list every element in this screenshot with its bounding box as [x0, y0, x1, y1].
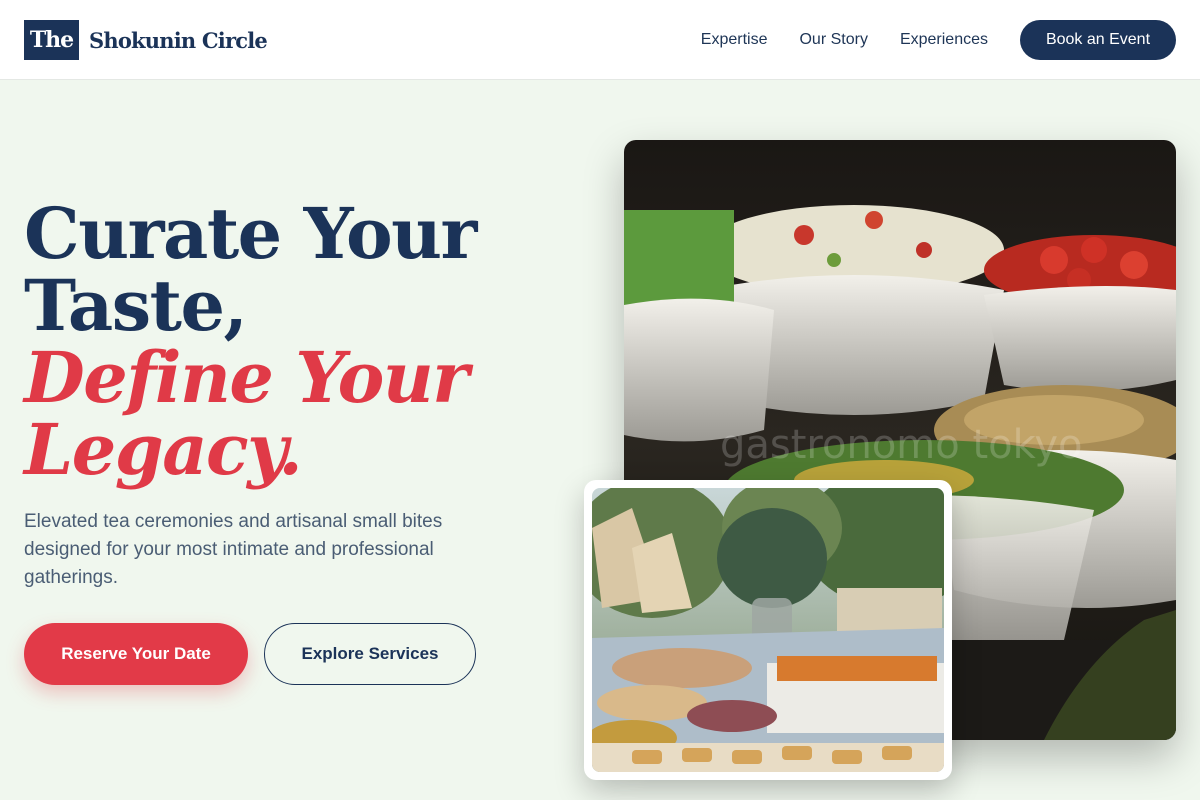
site-header: The Shokunin Circle Expertise Our Story … [0, 0, 1200, 80]
nav-link-our-story[interactable]: Our Story [799, 31, 867, 49]
headline-line-2: Taste, [24, 264, 248, 347]
image-watermark: gastronomo tokyo [720, 422, 1082, 468]
nav-link-expertise[interactable]: Expertise [701, 31, 768, 49]
book-event-button[interactable]: Book an Event [1020, 20, 1176, 60]
hero-secondary-photo [592, 488, 944, 772]
headline-line-1: Curate Your [24, 192, 477, 275]
nav-link-experiences[interactable]: Experiences [900, 31, 988, 49]
main-nav: Expertise Our Story Experiences Book an … [701, 20, 1176, 60]
hero-lead-text: Elevated tea ceremonies and artisanal sm… [24, 511, 443, 588]
outdoor-catering-image [592, 488, 944, 772]
logo-mark: The [24, 20, 79, 60]
headline-accent-2: Legacy. [24, 408, 303, 491]
brand-logo[interactable]: The Shokunin Circle [24, 20, 268, 60]
explore-services-button[interactable]: Explore Services [264, 623, 476, 685]
hero-secondary-photo-card [584, 480, 952, 780]
headline-accent-1: Define Your [24, 336, 469, 419]
hero-headline: Curate Your Taste, Define Your Legacy. [24, 192, 477, 491]
reserve-date-button[interactable]: Reserve Your Date [24, 623, 248, 685]
brand-name: Shokunin Circle [89, 27, 268, 53]
